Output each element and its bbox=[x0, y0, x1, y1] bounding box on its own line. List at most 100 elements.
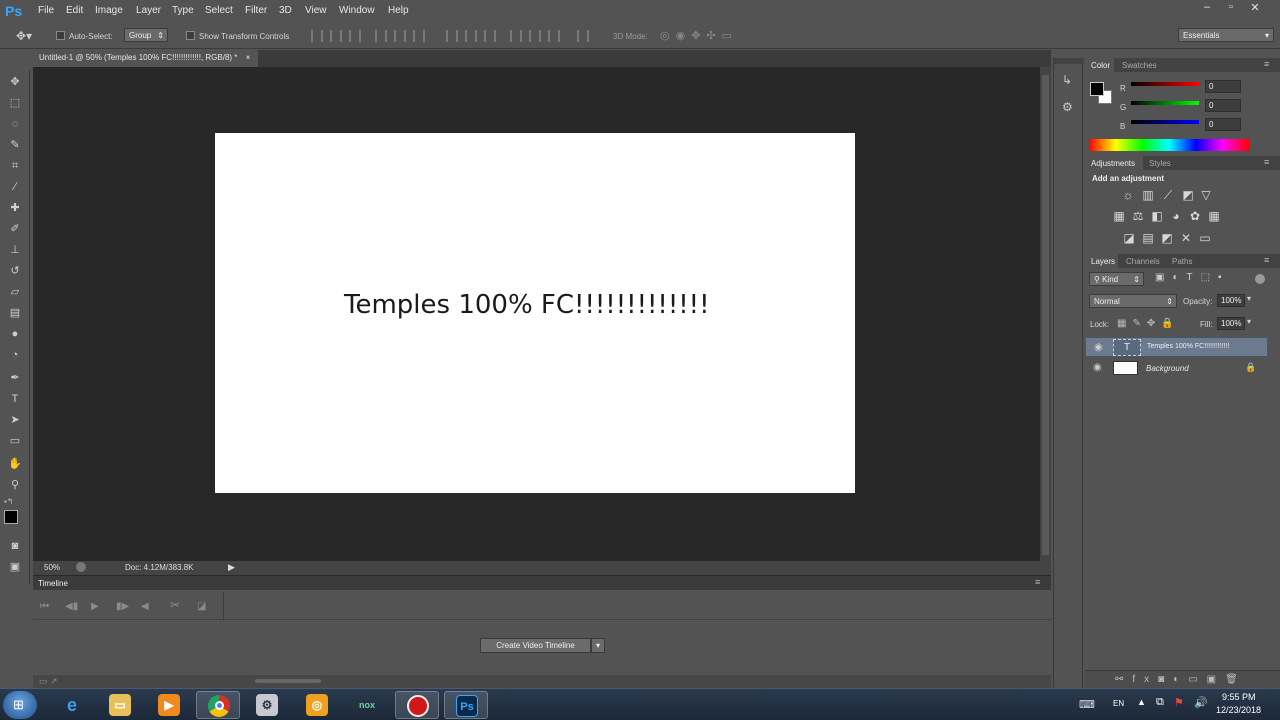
prev-frame-icon[interactable]: ◀▮ bbox=[65, 601, 78, 612]
default-colors-icon[interactable]: ▪↰ bbox=[4, 497, 14, 506]
filter-toggle-icon[interactable] bbox=[1255, 274, 1265, 284]
document-tab-close-icon[interactable]: × bbox=[246, 53, 251, 62]
align-bottom-icon[interactable] bbox=[349, 30, 361, 42]
r-slider[interactable] bbox=[1131, 82, 1199, 86]
taskbar-media-player[interactable]: ▶ bbox=[147, 691, 191, 719]
menu-type[interactable]: Type bbox=[172, 5, 194, 16]
workspace-dropdown[interactable]: Essentials ▾ bbox=[1178, 28, 1274, 42]
auto-select-checkbox[interactable] bbox=[56, 31, 65, 40]
color-balance-icon[interactable]: ⚖ bbox=[1131, 209, 1145, 223]
panel-menu-icon[interactable]: ≡ bbox=[1264, 59, 1269, 69]
action-center-flag-icon[interactable]: ⚑ bbox=[1174, 696, 1184, 709]
3d-mode-icons[interactable]: ◎◉✥✣▭ bbox=[660, 29, 738, 42]
canvas-text-layer[interactable]: Temples 100% FC!!!!!!!!!!!!! bbox=[344, 290, 710, 320]
foreground-color-swatch[interactable] bbox=[4, 510, 18, 524]
menu-help[interactable]: Help bbox=[388, 5, 409, 16]
menu-window[interactable]: Window bbox=[339, 5, 375, 16]
color-spectrum-ramp[interactable] bbox=[1089, 139, 1249, 151]
layer-name[interactable]: Temples 100% FC!!!!!!!!!!!!! bbox=[1147, 343, 1229, 350]
hue-saturation-icon[interactable]: ▦ bbox=[1112, 209, 1126, 223]
taskbar-photoshop[interactable]: Ps bbox=[444, 691, 488, 719]
eye-icon[interactable]: ◉ bbox=[1094, 342, 1103, 353]
show-hidden-icons-icon[interactable]: ▲ bbox=[1137, 697, 1146, 707]
panel-menu-icon[interactable]: ≡ bbox=[1035, 577, 1040, 587]
tab-layers[interactable]: Layers bbox=[1091, 257, 1115, 266]
levels-icon[interactable]: ▥ bbox=[1141, 188, 1155, 202]
network-device-icon[interactable]: ⧉ bbox=[1156, 696, 1164, 709]
tab-paths[interactable]: Paths bbox=[1172, 257, 1192, 266]
fill-value[interactable]: 100% bbox=[1217, 317, 1245, 330]
layer-filter-icons[interactable]: ▣◐T⬚▪ bbox=[1155, 272, 1230, 283]
distribute-vcenter-icon[interactable] bbox=[465, 30, 477, 42]
menu-file[interactable]: File bbox=[38, 5, 54, 16]
screen-mode-icon[interactable]: ▣ bbox=[7, 560, 23, 574]
gradient-map-icon[interactable]: ▭ bbox=[1198, 231, 1212, 245]
selective-color-icon[interactable]: ✕ bbox=[1179, 231, 1193, 245]
dodge-tool-icon[interactable]: ◔ bbox=[7, 348, 23, 362]
auto-select-dropdown[interactable]: Group ⇕ bbox=[124, 28, 168, 42]
exposure-icon[interactable]: ◩ bbox=[1181, 188, 1195, 202]
clock-date[interactable]: 12/23/2018 bbox=[1216, 705, 1261, 715]
language-indicator[interactable]: EN bbox=[1113, 699, 1124, 708]
distribute-top-icon[interactable] bbox=[446, 30, 458, 42]
r-value[interactable]: 0 bbox=[1205, 80, 1241, 93]
move-tool-icon[interactable]: ✥ bbox=[7, 75, 23, 89]
start-button[interactable]: ⊞ bbox=[3, 691, 37, 719]
tab-adjustments[interactable]: Adjustments bbox=[1091, 159, 1135, 168]
taskbar-app-robot[interactable]: ⚙ bbox=[245, 691, 289, 719]
audio-icon[interactable]: ◀ bbox=[141, 601, 149, 612]
clone-stamp-tool-icon[interactable]: ⊥ bbox=[7, 243, 23, 257]
eraser-tool-icon[interactable]: ▱ bbox=[7, 285, 23, 299]
color-foreground-swatch[interactable] bbox=[1090, 82, 1104, 96]
color-lookup-icon[interactable]: ▦ bbox=[1207, 209, 1221, 223]
taskbar-chrome[interactable] bbox=[196, 691, 240, 719]
taskbar-ie[interactable]: e bbox=[50, 691, 94, 719]
channel-mixer-icon[interactable]: ✿ bbox=[1188, 209, 1202, 223]
distribute-bottom-icon[interactable] bbox=[484, 30, 496, 42]
minimize-button[interactable]: – bbox=[1196, 1, 1218, 15]
distribute-left-icon[interactable] bbox=[510, 30, 522, 42]
transition-icon[interactable]: ◪ bbox=[197, 601, 206, 612]
type-tool-icon[interactable]: T bbox=[7, 392, 23, 406]
chevron-down-icon[interactable]: ▾ bbox=[1247, 294, 1251, 303]
tab-swatches[interactable]: Swatches bbox=[1122, 61, 1157, 70]
brightness-contrast-icon[interactable]: ☼ bbox=[1121, 188, 1135, 202]
taskbar-nox[interactable]: nox bbox=[345, 691, 389, 719]
photo-filter-icon[interactable]: ◕ bbox=[1169, 209, 1183, 223]
blend-mode-dropdown[interactable]: Normal ⇕ bbox=[1089, 294, 1177, 308]
close-button[interactable]: ✕ bbox=[1244, 1, 1266, 15]
healing-brush-tool-icon[interactable]: ✚ bbox=[7, 201, 23, 215]
tab-color[interactable]: Color bbox=[1091, 61, 1110, 70]
scrollbar-thumb[interactable] bbox=[1042, 75, 1049, 555]
layer-kind-filter[interactable]: ⚲ Kind ⇕ bbox=[1089, 272, 1144, 286]
path-selection-tool-icon[interactable]: ➤ bbox=[7, 413, 23, 427]
layer-row-text[interactable]: ◉ T Temples 100% FC!!!!!!!!!!!!! bbox=[1085, 337, 1268, 357]
align-left-icon[interactable] bbox=[375, 30, 387, 42]
black-white-icon[interactable]: ◧ bbox=[1150, 209, 1164, 223]
document-canvas[interactable]: Temples 100% FC!!!!!!!!!!!!! bbox=[215, 133, 855, 493]
b-value[interactable]: 0 bbox=[1205, 118, 1241, 131]
tab-channels[interactable]: Channels bbox=[1126, 257, 1160, 266]
next-frame-icon[interactable]: ▮▶ bbox=[116, 601, 129, 612]
menu-layer[interactable]: Layer bbox=[136, 5, 161, 16]
taskbar-app-orange[interactable]: ◎ bbox=[295, 691, 339, 719]
distribute-hcenter-icon[interactable] bbox=[529, 30, 541, 42]
status-menu-arrow-icon[interactable]: ▶ bbox=[228, 562, 235, 573]
keyboard-icon[interactable]: ⌨ bbox=[1079, 698, 1095, 711]
history-panel-icon[interactable]: ↳ bbox=[1062, 73, 1072, 87]
opacity-value[interactable]: 100% bbox=[1217, 294, 1245, 307]
posterize-icon[interactable]: ▤ bbox=[1141, 231, 1155, 245]
hand-tool-icon[interactable]: ✋ bbox=[7, 457, 23, 471]
menu-view[interactable]: View bbox=[305, 5, 327, 16]
menu-select[interactable]: Select bbox=[205, 5, 233, 16]
zoom-level[interactable]: 50% bbox=[44, 563, 60, 572]
first-frame-icon[interactable]: ⏮ bbox=[40, 601, 49, 612]
align-hcenter-icon[interactable] bbox=[394, 30, 406, 42]
eye-icon[interactable]: ◉ bbox=[1093, 362, 1102, 373]
show-transform-checkbox[interactable] bbox=[186, 31, 195, 40]
auto-align-icon[interactable] bbox=[577, 30, 589, 42]
g-slider[interactable] bbox=[1131, 101, 1199, 105]
panel-menu-icon[interactable]: ≡ bbox=[1264, 157, 1269, 167]
create-video-timeline-button[interactable]: Create Video Timeline bbox=[480, 638, 591, 653]
clock-time[interactable]: 9:55 PM bbox=[1222, 692, 1256, 702]
